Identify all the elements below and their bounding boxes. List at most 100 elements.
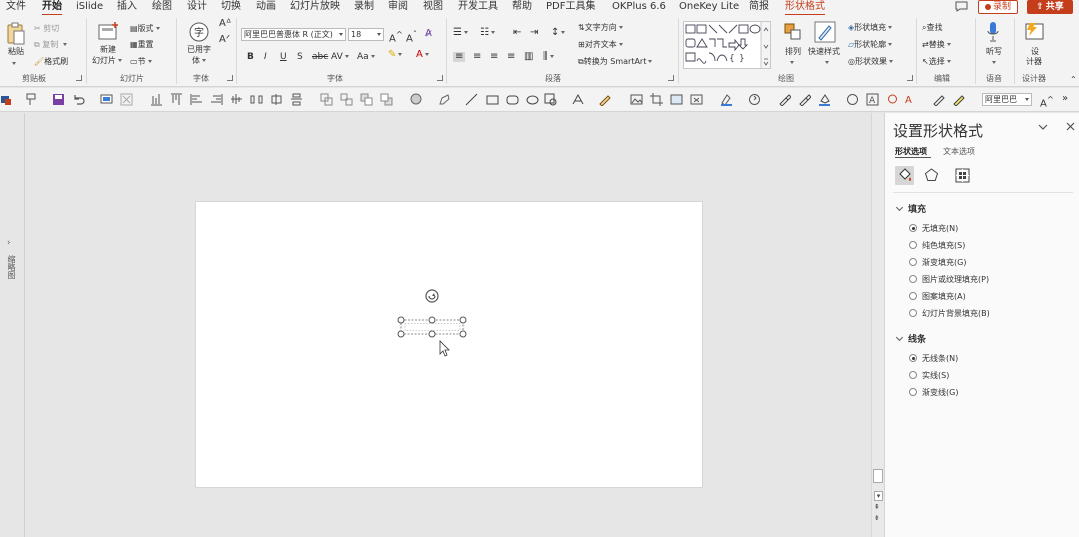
recolor-icon[interactable] xyxy=(846,93,859,106)
font-group-a-launcher-icon[interactable] xyxy=(227,75,233,81)
close-shape-icon[interactable] xyxy=(120,93,133,106)
align-bottom-icon[interactable] xyxy=(150,93,163,106)
designer-label-2[interactable]: 计器 xyxy=(1026,57,1042,67)
character-spacing-icon[interactable]: AV xyxy=(331,52,349,62)
text-direction-button[interactable]: ⇅文字方向 xyxy=(578,23,623,33)
font-size-combobox[interactable]: 18 xyxy=(348,28,384,41)
radio-button[interactable] xyxy=(909,292,917,300)
tab-design[interactable]: 设计 xyxy=(187,1,207,13)
fill-and-line-tab[interactable] xyxy=(895,166,914,185)
rotate-icon[interactable] xyxy=(748,93,761,106)
eyedropper-icon[interactable] xyxy=(778,93,791,106)
ungroup-icon[interactable] xyxy=(340,93,353,106)
distribute-vertical-icon[interactable] xyxy=(290,93,303,106)
radio-button[interactable] xyxy=(909,354,917,362)
section-button[interactable]: ▭节 xyxy=(130,57,152,67)
tab-file[interactable]: 文件 xyxy=(6,1,26,13)
select-button[interactable]: ↖选择 xyxy=(922,57,951,67)
line-section-header[interactable]: 线条 xyxy=(895,332,926,345)
tab-transitions[interactable]: 切换 xyxy=(221,1,241,13)
tab-briefing[interactable]: 简报 xyxy=(749,1,769,13)
text-color-icon[interactable] xyxy=(720,93,733,106)
bold-icon[interactable]: B xyxy=(247,52,254,62)
distribute-icon[interactable]: ▥ xyxy=(524,52,533,62)
used-fonts-label-1[interactable]: 已用字 xyxy=(187,45,211,55)
font-color-icon[interactable]: A xyxy=(416,50,429,60)
used-fonts-icon[interactable]: 字 xyxy=(189,22,209,42)
numbering-icon[interactable]: ☷ xyxy=(480,28,495,38)
dictate-label[interactable]: 听写 xyxy=(986,47,1002,57)
present-icon[interactable] xyxy=(100,93,113,106)
share-button[interactable]: ⇪ 共享 xyxy=(1027,0,1073,14)
replace-button[interactable]: ⇄替换 xyxy=(922,40,951,50)
more-commands-icon[interactable]: » xyxy=(1062,94,1068,104)
shapes-gallery[interactable]: {} xyxy=(683,21,771,69)
quick-styles-dropdown-icon[interactable] xyxy=(823,58,829,68)
pen-icon[interactable] xyxy=(932,93,945,106)
increase-font-glyph-icon[interactable]: Aᐞ xyxy=(219,19,231,29)
drawing-launcher-icon[interactable] xyxy=(907,75,913,81)
pen-tool-icon[interactable] xyxy=(598,93,611,106)
increase-font-qat-icon[interactable]: A^ xyxy=(1040,94,1054,109)
radio-button[interactable] xyxy=(909,258,917,266)
tab-draw[interactable]: 绘图 xyxy=(152,1,172,13)
radio-button[interactable] xyxy=(909,309,917,317)
tab-slideshow[interactable]: 幻灯片放映 xyxy=(290,1,340,13)
shape-fill-button[interactable]: ◈形状填充 xyxy=(848,23,893,33)
used-fonts-label-2[interactable]: 体 xyxy=(192,56,206,66)
microphone-icon[interactable] xyxy=(986,21,1000,43)
undo-icon[interactable] xyxy=(72,93,85,106)
increase-font-size-icon[interactable]: A^ xyxy=(389,29,403,44)
designer-icon[interactable] xyxy=(1024,21,1046,43)
scrollbar-thumb[interactable] xyxy=(873,469,883,483)
line-icon[interactable] xyxy=(465,93,478,106)
line-spacing-icon[interactable]: ↕ xyxy=(551,28,566,38)
vertical-scrollbar[interactable]: ▾ ⇞ ⇟ xyxy=(871,113,884,537)
cut-button[interactable]: ✂ 剪切 xyxy=(34,24,59,34)
designer-label-1[interactable]: 设 xyxy=(1031,47,1039,57)
tab-developer[interactable]: 开发工具 xyxy=(458,1,498,13)
copy-button[interactable]: ⧉ 复制 xyxy=(34,40,67,50)
scroll-down-icon[interactable]: ▾ xyxy=(874,491,883,501)
layout-button[interactable]: ▤版式 xyxy=(130,24,160,34)
tab-shape-options[interactable]: 形状选项 xyxy=(895,146,927,157)
align-right-icon[interactable]: ≡ xyxy=(490,52,498,62)
arrange-dropdown-icon[interactable] xyxy=(788,58,794,68)
tab-help[interactable]: 帮助 xyxy=(512,1,532,13)
edit-shape-icon[interactable] xyxy=(438,93,451,106)
save-icon[interactable] xyxy=(52,93,65,106)
shape-outline-button[interactable]: ▱形状轮廓 xyxy=(848,40,893,50)
align-right-shape-icon[interactable] xyxy=(210,93,223,106)
underline-icon[interactable]: U xyxy=(280,52,287,62)
align-center-icon[interactable]: ≡ xyxy=(473,52,481,62)
format-painter-icon[interactable] xyxy=(24,93,37,106)
radio-button[interactable] xyxy=(909,224,917,232)
eyedropper-outline-icon[interactable] xyxy=(798,93,811,106)
tab-pdf-tools[interactable]: PDF工具集 xyxy=(546,1,595,13)
collapse-ribbon-icon[interactable]: ⌃ xyxy=(1070,75,1077,85)
arrange-label[interactable]: 排列 xyxy=(785,47,801,57)
distribute-horizontal-icon[interactable] xyxy=(250,93,263,106)
highlighter-icon[interactable] xyxy=(952,93,965,106)
increase-indent-icon[interactable]: ⇥ xyxy=(530,28,538,38)
tab-home[interactable]: 开始 xyxy=(42,1,62,16)
paste-icon[interactable] xyxy=(6,22,26,46)
columns-icon[interactable]: ⫼ xyxy=(543,52,554,62)
paragraph-launcher-icon[interactable] xyxy=(668,75,674,81)
decrease-font-size-icon[interactable]: Aˇ xyxy=(406,29,417,44)
tab-text-options[interactable]: 文本选项 xyxy=(943,146,975,157)
radio-button[interactable] xyxy=(909,241,917,249)
new-slide-label-line2[interactable]: 幻灯片 xyxy=(92,56,122,66)
italic-icon[interactable]: I xyxy=(264,52,267,62)
align-left-shape-icon[interactable] xyxy=(190,93,203,106)
oval-icon[interactable] xyxy=(526,93,539,106)
compress-picture-icon[interactable] xyxy=(690,93,703,106)
effects-pentagon-icon[interactable] xyxy=(922,166,941,185)
font-launcher-icon[interactable] xyxy=(437,75,443,81)
picture-icon[interactable] xyxy=(630,93,643,106)
send-backward-icon[interactable] xyxy=(380,93,393,106)
align-text-button[interactable]: ⊞对齐文本 xyxy=(578,40,623,50)
quick-styles-icon[interactable] xyxy=(814,21,836,43)
bring-forward-icon[interactable] xyxy=(360,93,373,106)
change-case-icon[interactable]: Aa xyxy=(357,52,375,62)
